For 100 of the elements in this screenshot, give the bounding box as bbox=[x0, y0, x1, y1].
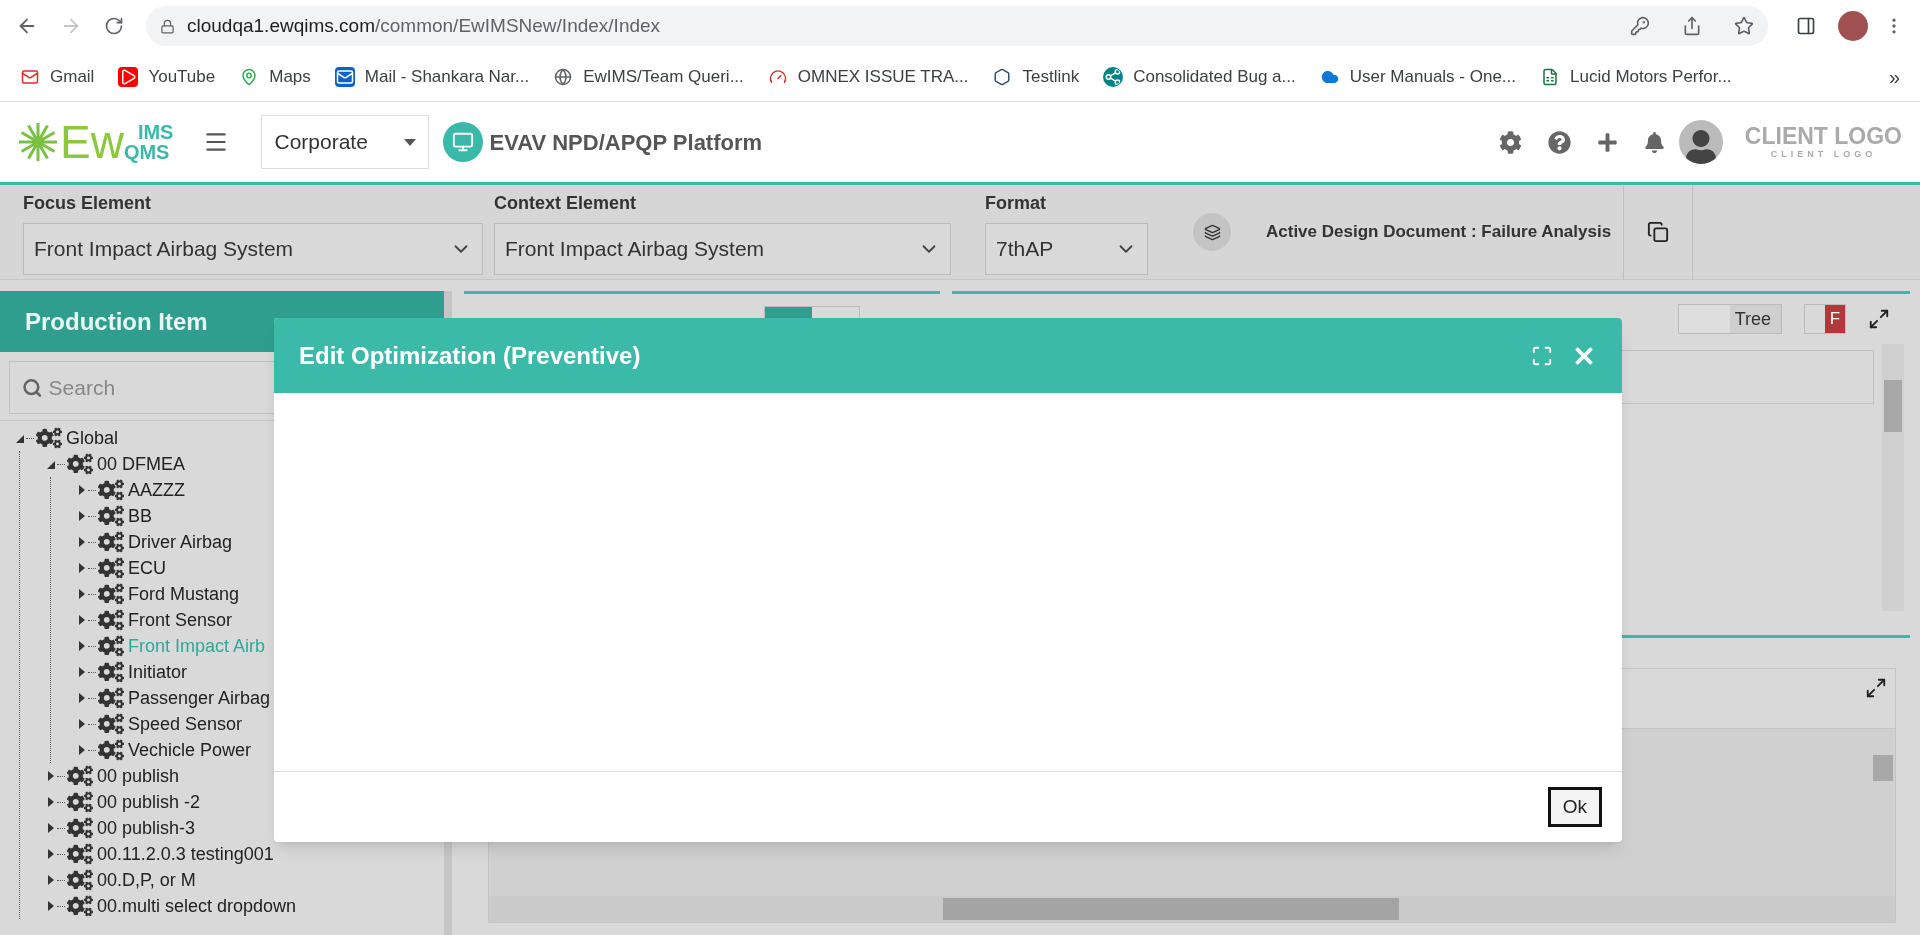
bookmark-link[interactable]: User Manuals - One... bbox=[1349, 63, 1516, 90]
reload-icon[interactable] bbox=[104, 16, 124, 36]
layers-button[interactable] bbox=[1193, 213, 1231, 251]
side-panel-icon[interactable] bbox=[1796, 16, 1816, 36]
ok-button[interactable]: Ok bbox=[1547, 787, 1602, 827]
tree-item[interactable]: 00.D,P, or M bbox=[97, 866, 196, 894]
client-logo-subtext: CLIENT LOGO bbox=[1770, 150, 1877, 159]
tree-item[interactable]: 00.multi select dropdown bbox=[97, 892, 297, 920]
collapsed-arrow-icon[interactable] bbox=[78, 666, 86, 678]
tree-item[interactable]: 00 publish -2 bbox=[97, 788, 201, 816]
gears-icon bbox=[67, 453, 93, 475]
vertical-scrollbar[interactable] bbox=[1882, 344, 1904, 611]
tree-item[interactable]: 00.11.2.0.3 testing001 bbox=[97, 840, 274, 868]
tree-toggle[interactable]: Tree bbox=[1678, 304, 1782, 334]
collapsed-arrow-icon[interactable] bbox=[47, 796, 55, 808]
tree-item[interactable]: Front Sensor bbox=[128, 606, 233, 634]
collapsed-arrow-icon[interactable] bbox=[78, 588, 86, 600]
tree-item[interactable]: 00 publish-3 bbox=[97, 814, 196, 842]
envelope-icon bbox=[334, 66, 355, 87]
tree-item[interactable]: Global bbox=[66, 424, 119, 452]
search-icon bbox=[22, 376, 43, 399]
help-icon[interactable] bbox=[1547, 130, 1571, 154]
search-field[interactable]: Search bbox=[48, 371, 422, 404]
gears-icon bbox=[98, 739, 124, 761]
tree-item[interactable]: 00 DFMEA bbox=[97, 450, 186, 478]
bookmark-link[interactable]: Testlink bbox=[1022, 63, 1080, 90]
vertical-scrollbar[interactable] bbox=[1871, 729, 1895, 896]
client-logo-text: CLIENT LOGO bbox=[1744, 125, 1902, 148]
bookmark-link[interactable]: Lucid Motors Perfor... bbox=[1570, 63, 1732, 90]
collapsed-arrow-icon[interactable] bbox=[78, 692, 86, 704]
share-icon bbox=[1103, 66, 1124, 87]
monitor-icon bbox=[452, 131, 475, 153]
gears-icon bbox=[98, 713, 124, 735]
expand-icon[interactable] bbox=[1865, 677, 1887, 699]
sunburst-icon bbox=[18, 122, 58, 162]
collapsed-arrow-icon[interactable] bbox=[47, 900, 55, 912]
collapsed-arrow-icon[interactable] bbox=[47, 822, 55, 834]
lock-icon bbox=[160, 18, 175, 34]
selector-label: Format bbox=[985, 191, 1047, 215]
hexagon-icon bbox=[992, 66, 1013, 87]
expand-icon[interactable] bbox=[1868, 308, 1890, 330]
tree-item[interactable]: Initiator bbox=[128, 658, 188, 686]
collapsed-arrow-icon[interactable] bbox=[47, 770, 55, 782]
key-icon[interactable] bbox=[1630, 16, 1650, 36]
flag-toggle[interactable]: F bbox=[1804, 304, 1846, 334]
user-avatar[interactable] bbox=[1678, 120, 1723, 164]
collapsed-arrow-icon[interactable] bbox=[78, 562, 86, 574]
collapsed-arrow-icon[interactable] bbox=[78, 640, 86, 652]
tree-item[interactable]: AAZZZ bbox=[128, 476, 185, 504]
caret-icon bbox=[404, 138, 417, 146]
collapsed-arrow-icon[interactable] bbox=[78, 614, 86, 626]
gears-icon bbox=[67, 895, 93, 917]
platform-title: EVAV NPD/APQP Platform bbox=[489, 128, 763, 157]
notification-bell-icon[interactable] bbox=[1643, 131, 1665, 153]
bookmark-link[interactable]: OMNEX ISSUE TRA... bbox=[797, 63, 969, 90]
tree-item[interactable]: Ford Mustang bbox=[128, 580, 240, 608]
copy-icon[interactable] bbox=[1647, 221, 1670, 243]
collapsed-arrow-icon[interactable] bbox=[78, 484, 86, 496]
selector-dropdown[interactable]: Front Impact Airbag System bbox=[494, 222, 951, 275]
bookmark-link[interactable]: YouTube bbox=[148, 63, 216, 90]
collapsed-arrow-icon[interactable] bbox=[47, 874, 55, 886]
tree-item[interactable]: 00 publish bbox=[97, 762, 180, 790]
bookmark-star-icon[interactable] bbox=[1734, 16, 1754, 36]
collapsed-arrow-icon[interactable] bbox=[47, 848, 55, 860]
gears-icon bbox=[98, 505, 124, 527]
collapsed-arrow-icon[interactable] bbox=[78, 536, 86, 548]
bookmark-link[interactable]: Consolidated Bug a... bbox=[1133, 63, 1296, 90]
tree-item[interactable]: BB bbox=[128, 502, 152, 530]
bookmark-link[interactable]: Maps bbox=[269, 63, 311, 90]
gears-icon bbox=[98, 635, 124, 657]
collapsed-arrow-icon[interactable] bbox=[78, 744, 86, 756]
gears-icon bbox=[98, 661, 124, 683]
profile-avatar[interactable] bbox=[1838, 11, 1868, 41]
tree-item[interactable]: Passenger Airbag bbox=[128, 684, 271, 712]
tree-item[interactable]: ECU bbox=[128, 554, 166, 582]
add-icon[interactable] bbox=[1596, 131, 1618, 153]
tree-item[interactable]: Vechicle Power bbox=[128, 736, 252, 764]
selector-dropdown[interactable]: 7thAP bbox=[985, 222, 1148, 275]
collapsed-arrow-icon[interactable] bbox=[78, 510, 86, 522]
active-document-label: Active Design Document : Failure Analysis bbox=[1266, 221, 1612, 244]
horizontal-scrollbar[interactable] bbox=[489, 896, 1895, 922]
address-bar[interactable]: cloudqa1.ewqims.com/common/EwIMSNew/Index/Index bbox=[146, 6, 1768, 46]
gears-icon bbox=[98, 583, 124, 605]
settings-icon[interactable] bbox=[1498, 130, 1522, 154]
organization-dropdown[interactable]: Corporate bbox=[261, 115, 430, 169]
gears-icon bbox=[67, 843, 93, 865]
gears-icon bbox=[67, 869, 93, 891]
share-icon[interactable] bbox=[1682, 16, 1702, 36]
tree-item[interactable]: Speed Sensor bbox=[128, 710, 243, 738]
globe-icon bbox=[553, 66, 574, 87]
bookmark-link[interactable]: EwIMS/Team Queri... bbox=[583, 63, 744, 90]
more-bookmarks-button[interactable]: » bbox=[1888, 61, 1900, 92]
collapsed-arrow-icon[interactable] bbox=[78, 718, 86, 730]
tree-item[interactable]: Driver Airbag bbox=[128, 528, 233, 556]
bookmark-link[interactable]: Gmail bbox=[50, 63, 95, 90]
spreadsheet-icon bbox=[1540, 66, 1560, 87]
layers-icon bbox=[1203, 223, 1221, 241]
selector-dropdown[interactable]: Front Impact Airbag System bbox=[23, 222, 483, 275]
gears-icon bbox=[36, 427, 62, 449]
bookmark-link[interactable]: Mail - Shankara Nar... bbox=[364, 63, 530, 90]
